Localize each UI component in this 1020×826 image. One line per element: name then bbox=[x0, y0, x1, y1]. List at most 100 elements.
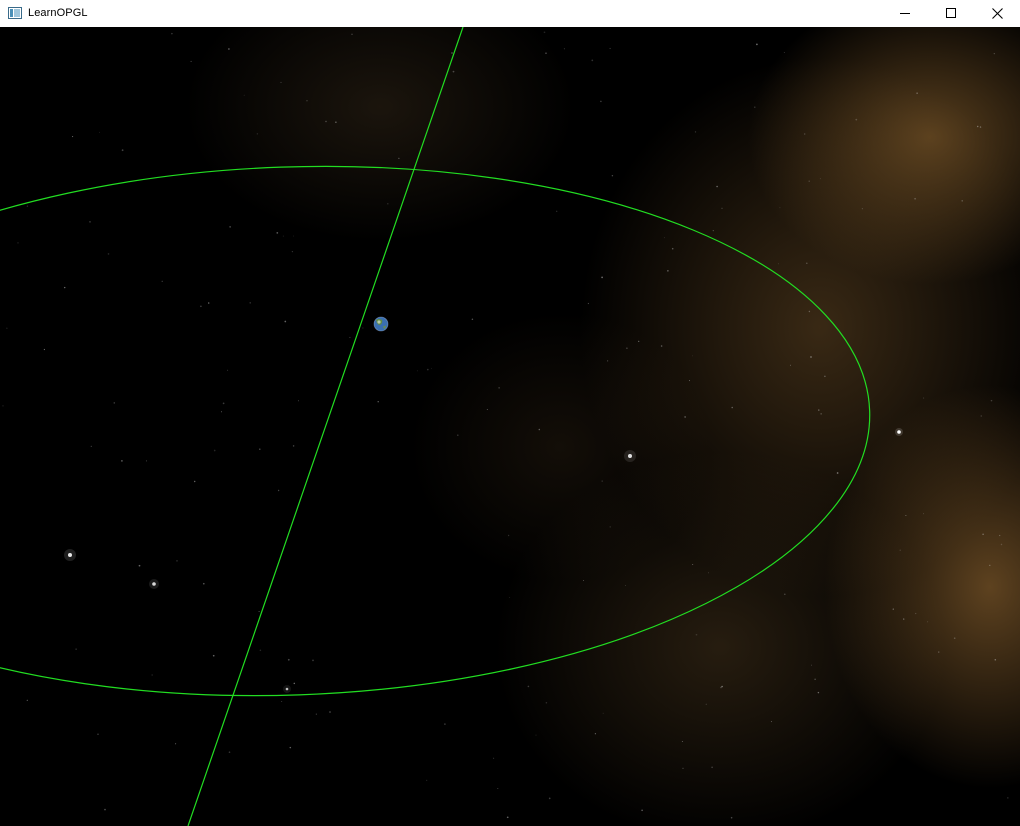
star-speck bbox=[145, 460, 148, 462]
star-speck bbox=[626, 347, 628, 350]
star-speck bbox=[228, 751, 231, 753]
star-speck bbox=[509, 597, 511, 598]
star-speck bbox=[545, 52, 547, 54]
star-speck bbox=[107, 253, 110, 255]
star-speck bbox=[138, 564, 141, 567]
star-speck bbox=[810, 356, 812, 358]
star-speck bbox=[783, 51, 785, 53]
star-speck bbox=[113, 402, 116, 404]
star-speck bbox=[784, 593, 786, 595]
star-speck bbox=[97, 733, 99, 735]
star-speck bbox=[222, 402, 225, 405]
star-speck bbox=[535, 734, 537, 736]
star-speck bbox=[486, 409, 488, 410]
star-speck bbox=[190, 60, 192, 62]
star-speck bbox=[220, 411, 223, 413]
minimize-button[interactable] bbox=[882, 0, 928, 26]
star-field bbox=[2, 31, 1009, 819]
star-speck bbox=[276, 232, 279, 234]
star-speck bbox=[282, 235, 284, 237]
star-speck bbox=[426, 779, 428, 782]
star-speck bbox=[814, 678, 816, 680]
star-speck bbox=[506, 816, 509, 819]
star-speck bbox=[754, 106, 756, 108]
star-speck bbox=[259, 448, 261, 450]
star-speck bbox=[538, 428, 541, 431]
minimize-icon bbox=[900, 8, 910, 18]
star-speck bbox=[2, 405, 4, 407]
glow-star bbox=[283, 685, 291, 693]
star-speck bbox=[431, 367, 433, 369]
star-speck bbox=[281, 701, 283, 702]
star-speck bbox=[660, 345, 663, 347]
star-speck bbox=[810, 664, 813, 666]
star-speck bbox=[667, 270, 669, 272]
star-speck bbox=[609, 526, 611, 528]
star-speck bbox=[228, 48, 230, 50]
star-speck bbox=[923, 513, 925, 515]
star-speck bbox=[953, 637, 956, 639]
title-bar[interactable]: LearnOPGL bbox=[0, 0, 1020, 26]
star-speck bbox=[289, 746, 292, 749]
star-speck bbox=[277, 489, 280, 492]
star-speck bbox=[287, 658, 290, 661]
star-speck bbox=[202, 582, 205, 585]
star-speck bbox=[994, 659, 997, 661]
star-speck bbox=[175, 743, 177, 745]
star-speck bbox=[790, 364, 792, 366]
star-speck bbox=[583, 579, 584, 581]
star-speck bbox=[606, 360, 609, 362]
star-speck bbox=[90, 445, 92, 448]
star-speck bbox=[600, 100, 602, 103]
star-speck bbox=[200, 305, 202, 308]
opengl-viewport[interactable] bbox=[0, 27, 1020, 826]
star-speck bbox=[624, 584, 626, 586]
star-speck bbox=[452, 70, 455, 73]
star-speck bbox=[980, 415, 982, 417]
orbit-ellipse bbox=[0, 165, 871, 697]
close-button[interactable] bbox=[974, 0, 1020, 26]
star-speck bbox=[151, 674, 153, 676]
star-speck bbox=[471, 318, 474, 320]
star-speck bbox=[325, 120, 327, 123]
star-speck bbox=[923, 397, 925, 399]
star-speck bbox=[212, 654, 215, 657]
star-speck bbox=[335, 121, 337, 124]
glow-star bbox=[624, 450, 636, 462]
star-speck bbox=[692, 564, 694, 565]
star-speck bbox=[976, 125, 979, 128]
star-speck bbox=[684, 416, 686, 418]
star-speck bbox=[493, 757, 495, 759]
star-speck bbox=[638, 340, 640, 343]
star-speck bbox=[306, 100, 308, 102]
star-speck bbox=[26, 699, 28, 701]
star-speck bbox=[705, 703, 707, 705]
orbit-axis-line bbox=[187, 27, 464, 826]
star-speck bbox=[351, 33, 353, 35]
star-speck bbox=[938, 651, 940, 653]
star-speck bbox=[121, 149, 124, 152]
star-speck bbox=[777, 263, 779, 265]
maximize-button[interactable] bbox=[928, 0, 974, 26]
star-speck bbox=[543, 31, 546, 34]
star-speck bbox=[999, 534, 1001, 537]
star-speck bbox=[17, 242, 19, 244]
planet-earth[interactable] bbox=[373, 316, 389, 332]
star-speck bbox=[556, 210, 558, 212]
window-title: LearnOPGL bbox=[28, 7, 88, 19]
star-speck bbox=[227, 369, 229, 371]
star-speck bbox=[695, 633, 698, 636]
star-speck bbox=[121, 460, 123, 462]
star-speck bbox=[75, 648, 77, 650]
star-speck bbox=[497, 788, 499, 789]
star-speck bbox=[663, 237, 665, 239]
star-speck bbox=[818, 409, 820, 411]
star-speck bbox=[691, 355, 693, 357]
star-speck bbox=[601, 480, 603, 482]
maximize-icon bbox=[946, 8, 956, 18]
star-speck bbox=[905, 514, 907, 517]
star-speck bbox=[730, 816, 733, 819]
star-speck bbox=[398, 157, 400, 159]
star-speck bbox=[297, 400, 299, 402]
star-speck bbox=[899, 549, 901, 551]
